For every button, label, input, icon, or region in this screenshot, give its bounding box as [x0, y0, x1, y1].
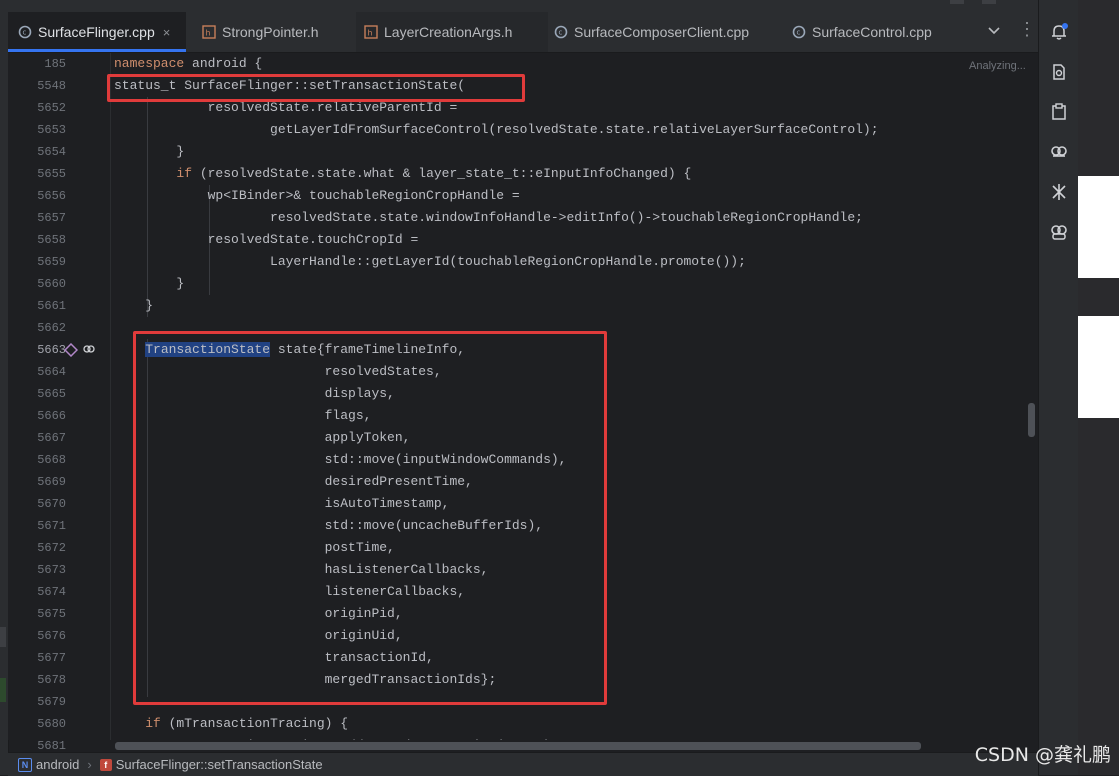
line-number: 5679: [37, 695, 66, 709]
line-number: 5658: [37, 233, 66, 247]
line-number: 5665: [37, 387, 66, 401]
line-number: 5675: [37, 607, 66, 621]
tab-label: SurfaceFlinger.cpp: [38, 24, 155, 40]
cpp-file-icon: c: [792, 25, 806, 39]
header-file-icon: h: [364, 25, 378, 39]
line-number: 5672: [37, 541, 66, 555]
svg-text:c: c: [23, 29, 27, 37]
chevron-right-icon: ›: [87, 757, 92, 772]
vertical-scrollbar[interactable]: [1028, 403, 1035, 437]
watermark: CSDN @龚礼鹏: [974, 744, 1111, 766]
clipboard-icon[interactable]: [1049, 102, 1069, 122]
more-options-icon[interactable]: ⋮: [1018, 20, 1036, 38]
line-number: 5655: [37, 167, 66, 181]
line-number: 5663: [37, 343, 66, 357]
line-number: 5668: [37, 453, 66, 467]
line-number: 5666: [37, 409, 66, 423]
line-number: 5657: [37, 211, 66, 225]
svg-text:h: h: [368, 29, 373, 38]
ai-hint-icon[interactable]: [82, 343, 96, 357]
strip-marker: [0, 678, 6, 702]
line-number: 5667: [37, 431, 66, 445]
svg-text:h: h: [206, 29, 211, 38]
line-number: 5654: [37, 145, 66, 159]
chevron-down-icon[interactable]: [986, 22, 1002, 38]
svg-text:c: c: [797, 29, 801, 37]
line-number: 5676: [37, 629, 66, 643]
line-number: 5662: [37, 321, 66, 335]
line-number: 5660: [37, 277, 66, 291]
highlight-box-transaction-state: [133, 331, 607, 705]
cpp-file-icon: c: [554, 25, 568, 39]
line-number: 5678: [37, 673, 66, 687]
background-window: [1078, 316, 1119, 418]
line-number: 5661: [37, 299, 66, 313]
line-number: 5548: [37, 79, 66, 93]
tab-label: LayerCreationArgs.h: [384, 24, 513, 40]
highlight-box-signature: [107, 74, 525, 102]
editor-tab-bar: c SurfaceFlinger.cpp × h StrongPointer.h…: [8, 0, 1038, 53]
line-number: 185: [44, 57, 66, 71]
code-line[interactable]: }: [114, 273, 184, 295]
strip-marker: [0, 627, 6, 647]
plugin-icon[interactable]: [1049, 182, 1069, 202]
code-line[interactable]: mTransactionTracing->addQueuedTransactio…: [114, 735, 558, 740]
notifications-icon[interactable]: [1049, 22, 1069, 42]
line-number: 5656: [37, 189, 66, 203]
code-line[interactable]: wp<IBinder>& touchableRegionCropHandle =: [114, 185, 520, 207]
tab-strongpointer-h[interactable]: h StrongPointer.h: [202, 12, 319, 52]
close-icon[interactable]: ×: [163, 25, 171, 40]
line-number: 5659: [37, 255, 66, 269]
code-line[interactable]: }: [114, 295, 153, 317]
line-number-gutter: 185 5548 5652 5653 5654 5655 5656 5657 5658 5659 5…: [8, 53, 111, 753]
document-search-icon[interactable]: [1049, 62, 1069, 82]
namespace-icon: N: [18, 757, 32, 772]
toolbar-fragment: [950, 0, 964, 4]
horizontal-scrollbar[interactable]: [115, 742, 921, 750]
gutter-marker-icons[interactable]: [64, 343, 100, 357]
line-number: 5680: [37, 717, 66, 731]
line-number: 5670: [37, 497, 66, 511]
line-number: 5664: [37, 365, 66, 379]
code-line[interactable]: resolvedState.touchCropId =: [114, 229, 419, 251]
code-line[interactable]: }: [114, 141, 184, 163]
breadcrumb-namespace[interactable]: android: [36, 757, 79, 772]
tab-label: StrongPointer.h: [222, 24, 319, 40]
tab-surfacecontrol-cpp[interactable]: c SurfaceControl.cpp: [792, 12, 932, 52]
tab-surfacecomposerclient-cpp[interactable]: c SurfaceComposerClient.cpp: [554, 12, 749, 52]
line-number: 5652: [37, 101, 66, 115]
override-icon[interactable]: [64, 343, 78, 357]
breadcrumb-function[interactable]: SurfaceFlinger::setTransactionState: [116, 757, 323, 772]
function-icon: f: [99, 758, 112, 771]
line-number: 5674: [37, 585, 66, 599]
line-number: 5673: [37, 563, 66, 577]
code-line[interactable]: LayerHandle::getLayerId(touchableRegionC…: [114, 251, 746, 273]
line-number: 5677: [37, 651, 66, 665]
line-number: 5671: [37, 519, 66, 533]
tab-surfaceflinger-cpp[interactable]: c SurfaceFlinger.cpp ×: [8, 12, 186, 52]
code-line[interactable]: namespace android {: [114, 53, 262, 75]
copilot-icon[interactable]: [1049, 222, 1069, 242]
cpp-file-icon: c: [18, 25, 32, 39]
line-number: 5669: [37, 475, 66, 489]
header-file-icon: h: [202, 25, 216, 39]
tab-label: SurfaceControl.cpp: [812, 24, 932, 40]
breadcrumb-bar: N android › f SurfaceFlinger::setTransac…: [8, 752, 1038, 776]
tab-label: SurfaceComposerClient.cpp: [574, 24, 750, 40]
ai-assistant-icon[interactable]: [1049, 142, 1069, 162]
tab-layercreationargs-h[interactable]: h LayerCreationArgs.h: [356, 12, 548, 52]
code-line[interactable]: if (resolvedState.state.what & layer_sta…: [114, 163, 691, 185]
background-window: [1078, 176, 1119, 278]
code-line[interactable]: if (mTransactionTracing) {: [114, 713, 348, 735]
right-tool-bar: [1038, 0, 1079, 775]
analysis-status: Analyzing...: [969, 60, 1026, 72]
line-number: 5653: [37, 123, 66, 137]
code-line[interactable]: resolvedState.state.windowInfoHandle->ed…: [114, 207, 863, 229]
toolbar-fragment: [982, 0, 996, 4]
svg-text:c: c: [559, 29, 563, 37]
code-line[interactable]: getLayerIdFromSurfaceControl(resolvedSta…: [114, 119, 879, 141]
